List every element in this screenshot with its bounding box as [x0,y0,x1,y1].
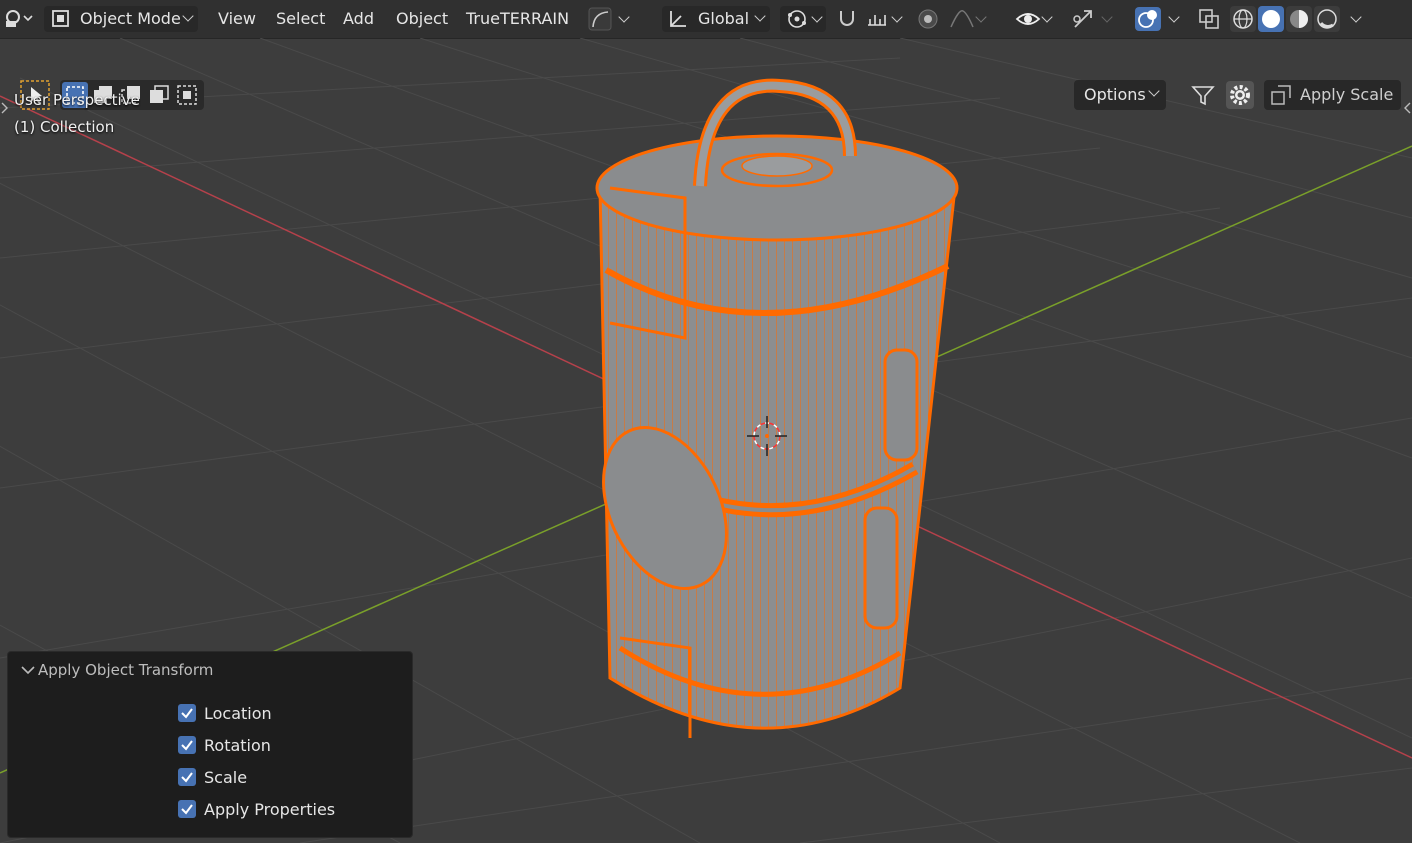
visibility-icon [1015,13,1041,25]
chevron-down-icon [754,10,766,22]
wireframe-shading-button[interactable] [1230,6,1256,32]
object-mode-label: Object Mode [80,9,181,28]
gear-icon [1226,81,1254,109]
pivot-point-dropdown[interactable] [780,6,826,32]
view-perspective-label: User Perspective [14,91,140,109]
xray-toggle[interactable] [1196,6,1222,32]
visibility-dropdown[interactable] [1010,6,1056,32]
curve-icon [588,7,612,31]
menu-trueterrain[interactable]: TrueTERRAIN [466,9,569,28]
collection-label: (1) Collection [14,118,115,136]
chevron-right-icon [1,102,8,114]
select-difference-button[interactable] [146,82,172,108]
pivot-icon [788,10,806,28]
chevron-down-icon [182,10,194,22]
scale-checkbox[interactable] [178,768,196,786]
menu-add[interactable]: Add [343,9,374,28]
apply-scale-label: Apply Scale [1300,85,1394,104]
sidebar-expand-toggle[interactable] [1402,100,1412,116]
material-shading-icon [1290,10,1308,28]
solid-shading-icon [1262,10,1280,28]
snap-increment-icon [868,15,886,26]
rendered-shading-icon [1317,9,1337,29]
overlay-icon [1135,7,1161,31]
panel-collapse-toggle[interactable] [18,660,40,680]
options-label: Options [1084,85,1146,104]
apply-properties-checkbox-row[interactable]: Apply Properties [178,797,335,821]
location-label: Location [204,703,272,723]
select-intersect-button[interactable] [174,82,200,108]
transform-orientation-icon [670,11,686,27]
shading-options-dropdown[interactable] [1344,6,1368,32]
selected-mesh-object[interactable] [579,78,959,738]
snap-target-dropdown[interactable] [860,6,906,32]
gizmo-toggle[interactable] [1064,6,1118,32]
scale-label: Scale [204,767,248,787]
falloff-icon [950,10,974,28]
editor-type-button[interactable] [2,6,34,32]
snap-toggle[interactable] [834,6,860,32]
editor-type-icon [6,10,33,27]
chevron-down-icon [1168,11,1180,23]
apply-properties-label: Apply Properties [204,799,336,819]
filter-button[interactable] [1188,80,1218,110]
rendered-shading-button[interactable] [1314,6,1340,32]
xray-icon [1199,9,1219,29]
chevron-left-icon [1404,102,1411,114]
overlays-dropdown[interactable] [1128,6,1184,32]
chevron-down-icon [1041,11,1053,23]
scale-checkbox-row[interactable]: Scale [178,765,247,789]
rotation-label: Rotation [204,735,271,755]
falloff-dropdown[interactable] [944,6,990,32]
proportional-edit-toggle[interactable] [914,6,942,32]
chevron-down-icon [891,11,903,23]
menu-view[interactable]: View [218,9,256,28]
object-mode-icon [52,10,69,27]
gizmo-icon [1073,10,1092,28]
apply-properties-checkbox[interactable] [178,800,196,818]
rotation-checkbox[interactable] [178,736,196,754]
apply-scale-button[interactable]: Apply Scale [1264,80,1401,110]
checkmark-icon [181,708,193,719]
transform-orientation-dropdown[interactable]: Global [662,6,770,32]
chevron-down-icon [21,666,35,675]
object-mode-dropdown[interactable]: Object Mode [44,6,198,32]
checkmark-icon [181,772,193,783]
select-intersect-icon [177,85,197,105]
toolbar-expand-toggle[interactable] [0,100,10,116]
proportional-edit-icon [918,9,938,29]
settings-button[interactable] [1225,80,1255,110]
options-dropdown[interactable]: Options [1074,80,1166,110]
wireframe-shading-icon [1233,9,1253,29]
menu-object[interactable]: Object [396,9,448,28]
chevron-down-icon [811,11,823,23]
chevron-down-icon [975,11,987,23]
transform-orientation-label: Global [698,9,750,28]
location-checkbox-row[interactable]: Location [178,701,272,725]
solid-shading-button[interactable] [1258,6,1284,32]
chevron-down-icon [1148,85,1160,97]
chevron-down-icon [1101,11,1113,23]
snap-icon [840,11,854,26]
chevron-down-icon [618,11,630,23]
select-difference-icon [150,85,169,103]
chevron-down-icon [1350,11,1362,23]
filter-icon [1191,86,1215,106]
material-shading-button[interactable] [1286,6,1312,32]
operator-redo-panel: Apply Object Transform Location Rotation… [7,651,413,838]
checkmark-icon [181,804,193,815]
viewport-header: Object Mode View Select Add Object TrueT… [0,0,1412,39]
location-checkbox[interactable] [178,704,196,722]
rotation-checkbox-row[interactable]: Rotation [178,733,271,757]
panel-title[interactable]: Apply Object Transform [38,661,213,679]
checkmark-icon [181,740,193,751]
apply-scale-icon [1271,85,1291,105]
curve-dropdown[interactable] [585,6,631,32]
menu-select[interactable]: Select [276,9,325,28]
